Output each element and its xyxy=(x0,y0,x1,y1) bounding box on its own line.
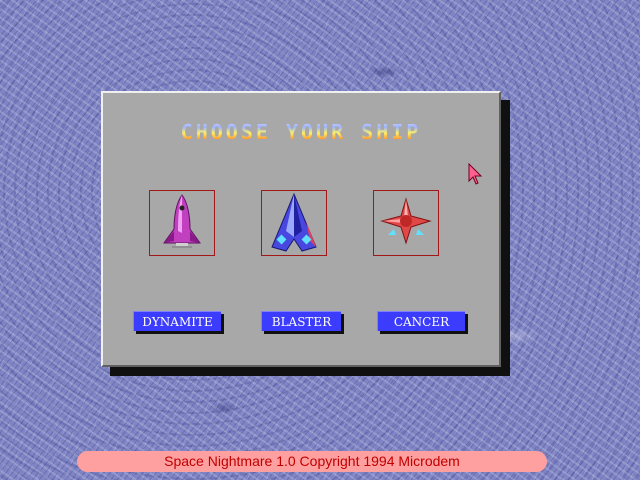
cancer-button[interactable]: CANCER xyxy=(377,311,465,331)
dynamite-button[interactable]: DYNAMITE xyxy=(133,311,221,331)
copyright-bar: Space Nightmare 1.0 Copyright 1994 Micro… xyxy=(77,451,547,472)
dialog-title: CHOOSE YOUR SHIP xyxy=(103,120,499,144)
ship-select-dialog: CHOOSE YOUR SHIP DYNAMITE BLASTER CANCER xyxy=(101,91,501,367)
ship-preview-cancer[interactable] xyxy=(373,190,439,256)
delta-wing-ship-icon xyxy=(271,192,317,252)
rocket-ship-icon xyxy=(163,194,201,248)
star-ship-icon xyxy=(380,197,432,245)
ship-preview-blaster[interactable] xyxy=(261,190,327,256)
ship-preview-dynamite[interactable] xyxy=(149,190,215,256)
mouse-pointer-icon xyxy=(468,163,482,185)
blaster-button[interactable]: BLASTER xyxy=(261,311,341,331)
